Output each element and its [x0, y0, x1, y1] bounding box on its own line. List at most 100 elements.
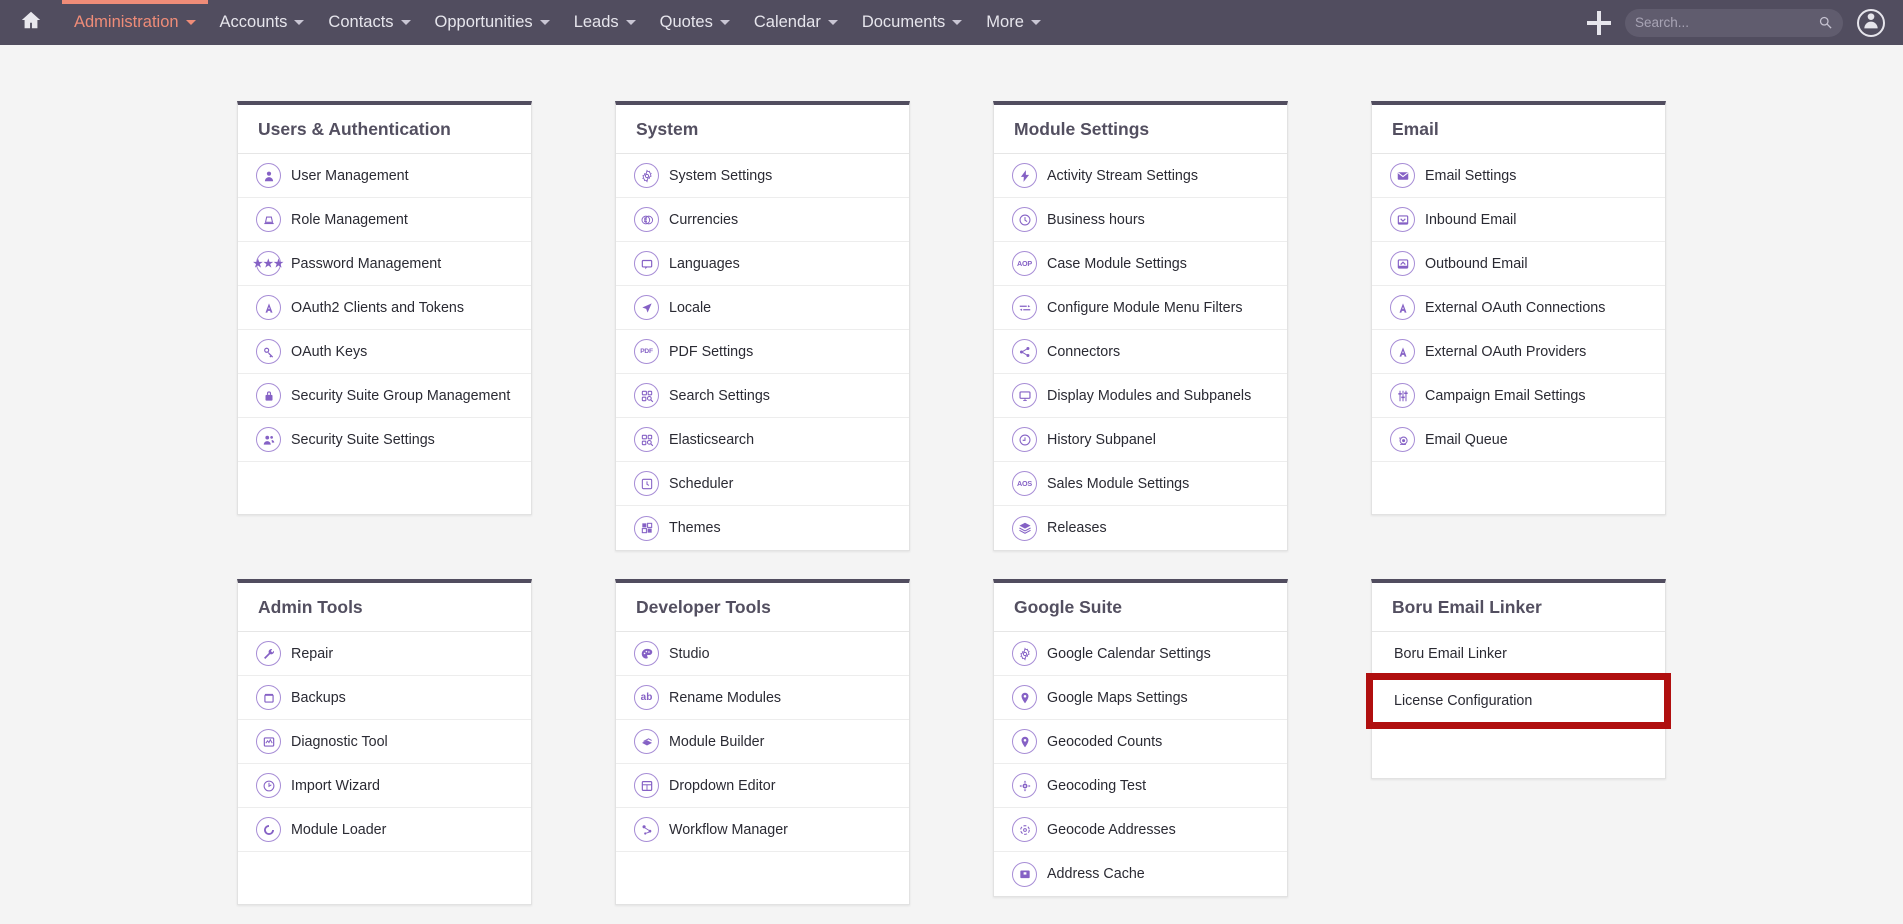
admin-link-elasticsearch[interactable]: Elasticsearch	[616, 418, 909, 462]
admin-link-diagnostic-tool[interactable]: Diagnostic Tool	[238, 720, 531, 764]
nav-item-opportunities[interactable]: Opportunities	[423, 0, 562, 45]
panel-title-users-authentication: Users & Authentication	[238, 105, 531, 154]
backup-box-icon	[256, 685, 281, 710]
panel-title-developer-tools: Developer Tools	[616, 583, 909, 632]
admin-link-email-queue[interactable]: Email Queue	[1372, 418, 1665, 462]
admin-link-label: Campaign Email Settings	[1425, 387, 1586, 404]
gear-icon	[1012, 641, 1037, 666]
panel-title-email: Email	[1372, 105, 1665, 154]
admin-link-label: Scheduler	[669, 475, 734, 492]
admin-link-license-configuration[interactable]: License Configuration	[1366, 673, 1671, 729]
admin-link-module-loader[interactable]: Module Loader	[238, 808, 531, 852]
admin-link-role-management[interactable]: Role Management	[238, 198, 531, 242]
nav-item-quotes[interactable]: Quotes	[648, 0, 742, 45]
admin-link-security-suite-group-management[interactable]: Security Suite Group Management	[238, 374, 531, 418]
admin-link-themes[interactable]: Themes	[616, 506, 909, 550]
admin-link-label: Activity Stream Settings	[1047, 167, 1198, 184]
admin-link-module-builder[interactable]: Module Builder	[616, 720, 909, 764]
admin-link-address-cache[interactable]: Address Cache	[994, 852, 1287, 896]
admin-link-system-settings[interactable]: System Settings	[616, 154, 909, 198]
search-icon[interactable]	[1818, 15, 1833, 30]
nav-item-label: Accounts	[219, 13, 288, 31]
admin-link-campaign-email-settings[interactable]: Campaign Email Settings	[1372, 374, 1665, 418]
search-modules-icon	[634, 383, 659, 408]
panel-spacer	[238, 462, 531, 514]
admin-link-label: License Configuration	[1394, 692, 1533, 709]
chevron-down-icon	[827, 20, 838, 25]
admin-link-password-management[interactable]: ★★★ Password Management	[238, 242, 531, 286]
nav-item-leads[interactable]: Leads	[562, 0, 648, 45]
admin-link-email-settings[interactable]: Email Settings	[1372, 154, 1665, 198]
panel-body-users-authentication: User Management Role Management ★★★ Passwor…	[238, 154, 531, 514]
quick-create-plus-icon[interactable]	[1587, 10, 1611, 35]
admin-link-google-maps-settings[interactable]: Google Maps Settings	[994, 676, 1287, 720]
admin-link-scheduler[interactable]: Scheduler	[616, 462, 909, 506]
admin-link-currencies[interactable]: Currencies	[616, 198, 909, 242]
admin-link-external-oauth-providers[interactable]: External OAuth Providers	[1372, 330, 1665, 374]
nav-item-documents[interactable]: Documents	[850, 0, 974, 45]
admin-link-case-module-settings[interactable]: AOP Case Module Settings	[994, 242, 1287, 286]
admin-link-label: Email Settings	[1425, 167, 1517, 184]
admin-link-user-management[interactable]: User Management	[238, 154, 531, 198]
admin-link-rename-modules[interactable]: ab Rename Modules	[616, 676, 909, 720]
admin-link-pdf-settings[interactable]: PDF PDF Settings	[616, 330, 909, 374]
admin-link-history-subpanel[interactable]: History Subpanel	[994, 418, 1287, 462]
admin-link-languages[interactable]: Languages	[616, 242, 909, 286]
admin-link-google-calendar-settings[interactable]: Google Calendar Settings	[994, 632, 1287, 676]
panel-title-google-suite: Google Suite	[994, 583, 1287, 632]
admin-link-configure-module-menu-filters[interactable]: Configure Module Menu Filters	[994, 286, 1287, 330]
home-button[interactable]	[0, 0, 62, 45]
admin-page-body: Users & Authentication User Management Rol…	[0, 45, 1903, 905]
admin-link-label: History Subpanel	[1047, 431, 1156, 448]
admin-link-label: Locale	[669, 299, 712, 316]
admin-link-sales-module-settings[interactable]: AOS Sales Module Settings	[994, 462, 1287, 506]
admin-link-inbound-email[interactable]: Inbound Email	[1372, 198, 1665, 242]
nav-item-more[interactable]: More	[974, 0, 1053, 45]
admin-link-label: Google Maps Settings	[1047, 689, 1188, 706]
admin-link-external-oauth-connections[interactable]: External OAuth Connections	[1372, 286, 1665, 330]
admin-link-search-settings[interactable]: Search Settings	[616, 374, 909, 418]
admin-link-workflow-manager[interactable]: Workflow Manager	[616, 808, 909, 852]
nav-item-calendar[interactable]: Calendar	[742, 0, 850, 45]
admin-link-label: OAuth2 Clients and Tokens	[291, 299, 464, 316]
panel-body-system: System Settings Currencies Languages Locale…	[616, 154, 909, 550]
admin-link-display-modules-and-subpanels[interactable]: Display Modules and Subpanels	[994, 374, 1287, 418]
admin-link-geocode-addresses[interactable]: Geocode Addresses	[994, 808, 1287, 852]
themes-squares-icon	[634, 515, 659, 541]
user-avatar[interactable]	[1857, 8, 1885, 37]
chevron-down-icon	[625, 20, 636, 25]
nav-item-administration[interactable]: Administration	[62, 0, 208, 45]
admin-link-oauth-keys[interactable]: OAuth Keys	[238, 330, 531, 374]
admin-link-dropdown-editor[interactable]: Dropdown Editor	[616, 764, 909, 808]
admin-link-geocoded-counts[interactable]: Geocoded Counts	[994, 720, 1287, 764]
nav-item-label: Administration	[74, 13, 179, 31]
admin-link-import-wizard[interactable]: Import Wizard	[238, 764, 531, 808]
nav-item-accounts[interactable]: Accounts	[208, 0, 317, 45]
admin-link-security-suite-settings[interactable]: Security Suite Settings	[238, 418, 531, 462]
chevron-down-icon	[400, 20, 411, 25]
admin-link-label: Role Management	[291, 211, 408, 228]
nav-item-contacts[interactable]: Contacts	[316, 0, 422, 45]
admin-link-releases[interactable]: Releases	[994, 506, 1287, 550]
admin-link-geocoding-test[interactable]: Geocoding Test	[994, 764, 1287, 808]
admin-link-label: Themes	[669, 520, 721, 536]
admin-link-connectors[interactable]: Connectors	[994, 330, 1287, 374]
admin-link-activity-stream-settings[interactable]: Activity Stream Settings	[994, 154, 1287, 198]
panel-spacer	[616, 852, 909, 904]
panel-title-module-settings: Module Settings	[994, 105, 1287, 154]
admin-link-outbound-email[interactable]: Outbound Email	[1372, 242, 1665, 286]
admin-link-locale[interactable]: Locale	[616, 286, 909, 330]
panel-users-authentication: Users & Authentication User Management Rol…	[237, 101, 532, 515]
admin-link-oauth2-clients-and-tokens[interactable]: OAuth2 Clients and Tokens	[238, 286, 531, 330]
admin-link-label: Backups	[291, 689, 346, 706]
search-input[interactable]	[1635, 15, 1818, 30]
admin-link-boru-email-linker[interactable]: Boru Email Linker	[1372, 632, 1665, 676]
admin-link-backups[interactable]: Backups	[238, 676, 531, 720]
search-box[interactable]	[1625, 8, 1843, 37]
admin-link-business-hours[interactable]: Business hours	[994, 198, 1287, 242]
admin-link-studio[interactable]: Studio	[616, 632, 909, 676]
admin-link-repair[interactable]: Repair	[238, 632, 531, 676]
ab-icon: ab	[634, 685, 659, 710]
panel-body-boru-email-linker: Boru Email Linker License Configuration	[1366, 632, 1671, 778]
currency-icon	[634, 207, 659, 232]
